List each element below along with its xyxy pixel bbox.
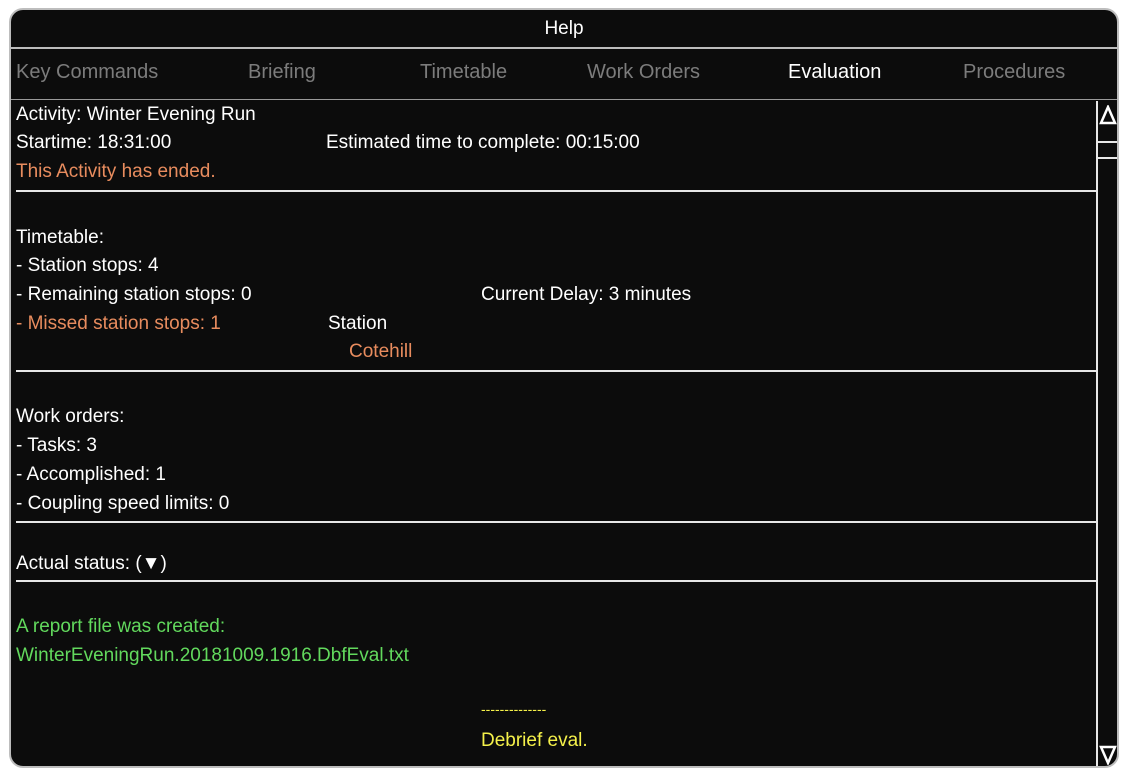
triangle-up-icon <box>1099 105 1117 125</box>
work-orders-accomplished: - Accomplished: 1 <box>16 464 166 485</box>
work-orders-tasks: - Tasks: 3 <box>16 435 97 456</box>
activity-ended-status: This Activity has ended. <box>16 161 216 182</box>
evaluation-content: Activity: Winter Evening Run Startime: 1… <box>16 101 1096 766</box>
report-filename: WinterEveningRun.20181009.1916.DbfEval.t… <box>16 645 409 666</box>
tab-timetable[interactable]: Timetable <box>420 61 507 84</box>
timetable-heading: Timetable: <box>16 227 104 248</box>
activity-name: Activity: Winter Evening Run <box>16 104 256 125</box>
actual-status-toggle[interactable]: Actual status: (▼) <box>16 552 167 576</box>
activity-estimated-time: Estimated time to complete: 00:15:00 <box>326 132 640 153</box>
scroll-up-button[interactable] <box>1098 103 1117 131</box>
work-orders-heading: Work orders: <box>16 406 125 427</box>
section-divider <box>16 580 1096 582</box>
window-title: Help <box>544 18 584 39</box>
activity-start-time: Startime: 18:31:00 <box>16 132 172 153</box>
tab-key-commands[interactable]: Key Commands <box>16 61 158 84</box>
section-divider <box>16 190 1096 192</box>
section-divider <box>16 370 1096 372</box>
station-column-header: Station <box>328 313 388 334</box>
tab-evaluation[interactable]: Evaluation <box>788 61 881 84</box>
missed-station-name: Cotehill <box>349 341 413 362</box>
title-divider <box>11 47 1117 49</box>
remaining-station-stops: - Remaining station stops: 0 <box>16 284 252 305</box>
missed-station-stops: - Missed station stops: 1 <box>16 313 221 334</box>
tab-work-orders[interactable]: Work Orders <box>587 61 700 84</box>
debrief-eval-label[interactable]: Debrief eval. <box>481 729 588 753</box>
debrief-dashes: -------------- <box>481 701 547 717</box>
report-created-label: A report file was created: <box>16 616 226 637</box>
current-delay: Current Delay: 3 minutes <box>481 284 692 305</box>
tab-briefing[interactable]: Briefing <box>248 61 316 84</box>
tab-divider <box>11 99 1117 100</box>
coupling-speed-limits: - Coupling speed limits: 0 <box>16 493 230 514</box>
section-divider <box>16 521 1096 523</box>
vertical-scrollbar[interactable] <box>1096 101 1117 766</box>
scroll-down-button[interactable] <box>1098 739 1117 766</box>
scroll-thumb[interactable] <box>1098 141 1117 159</box>
tab-procedures[interactable]: Procedures <box>963 61 1065 84</box>
help-window: Help Key Commands Briefing Timetable Wor… <box>9 8 1119 768</box>
station-stops: - Station stops: 4 <box>16 255 159 276</box>
tab-bar: Key Commands Briefing Timetable Work Ord… <box>11 50 1117 100</box>
triangle-down-icon <box>1099 745 1117 765</box>
